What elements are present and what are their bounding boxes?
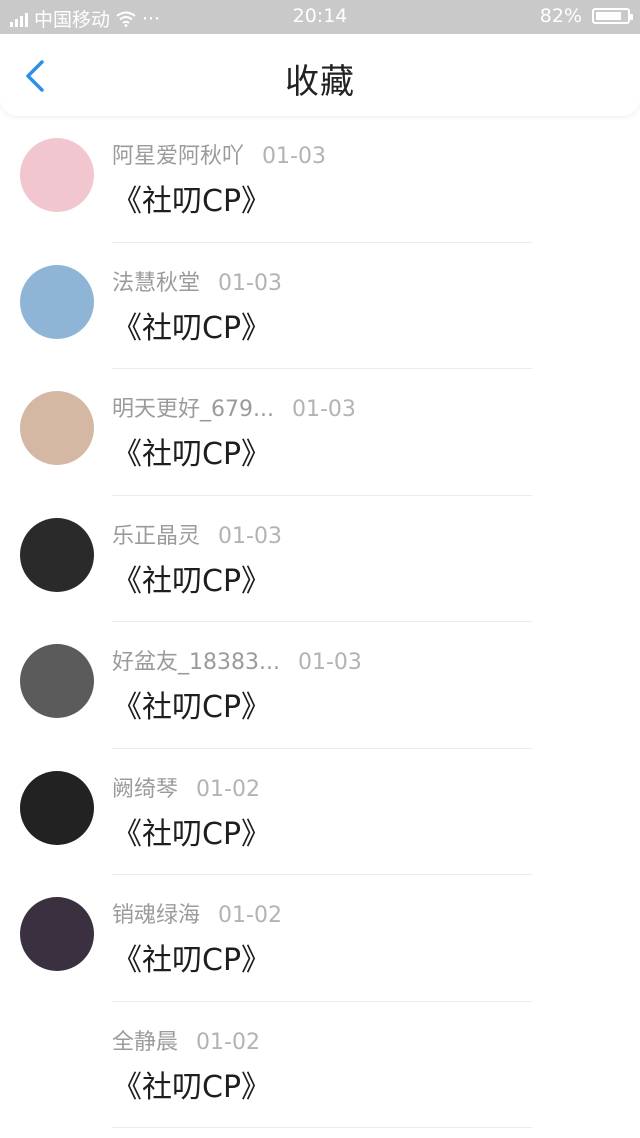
user-name[interactable]: 明天更好_679... [112,397,274,422]
user-name[interactable]: 销魂绿海 [112,903,200,928]
list-item[interactable]: 阿星爱阿秋吖 01-03 《社叨CP》 [0,116,640,243]
user-name[interactable]: 法慧秋堂 [112,271,200,296]
item-subject[interactable]: 《社叨CP》 [112,176,271,220]
avatar[interactable] [20,1024,94,1098]
item-meta: 阿星爱阿秋吖 01-03 [112,138,326,170]
avatar[interactable] [20,517,94,592]
avatar[interactable] [20,264,94,339]
list-item[interactable]: 全静晨 01-02 《社叨CP》 [0,1002,640,1128]
item-subject[interactable]: 《社叨CP》 [112,556,271,600]
item-date: 01-03 [218,523,282,549]
item-subject[interactable]: 《社叨CP》 [112,809,271,853]
list-item[interactable]: 乐正晶灵 01-03 《社叨CP》 [0,496,640,622]
item-meta: 全静晨 01-02 [112,1024,260,1056]
favorites-list: 阿星爱阿秋吖 01-03 《社叨CP》 法慧秋堂 01-03 《社叨CP》 明天更好… [0,116,640,1128]
list-item[interactable]: 法慧秋堂 01-03 《社叨CP》 [0,243,640,369]
user-name[interactable]: 全静晨 [112,1030,178,1055]
nav-header: 收藏 [0,34,640,116]
item-date: 01-03 [218,270,282,296]
item-meta: 明天更好_679... 01-03 [112,391,356,423]
item-subject[interactable]: 《社叨CP》 [112,682,271,726]
avatar[interactable] [20,391,94,465]
battery-icon [592,8,633,24]
item-subject[interactable]: 《社叨CP》 [112,303,271,347]
item-subject[interactable]: 《社叨CP》 [112,935,271,979]
avatar[interactable] [20,897,94,971]
item-date: 01-02 [196,776,260,802]
item-meta: 乐正晶灵 01-03 [112,518,282,550]
user-name[interactable]: 阿星爱阿秋吖 [112,144,244,169]
battery-fill [596,12,621,20]
item-meta: 销魂绿海 01-02 [112,897,282,929]
divider [112,1127,532,1128]
item-meta: 法慧秋堂 01-03 [112,265,282,297]
item-date: 01-03 [262,144,326,169]
avatar[interactable] [20,770,94,845]
item-date: 01-02 [218,903,282,928]
user-name[interactable]: 乐正晶灵 [112,524,200,549]
item-subject[interactable]: 《社叨CP》 [112,1062,271,1106]
status-bar: 中国移动 ··· 20:14 82% [0,0,640,34]
avatar[interactable] [20,644,94,718]
page-title: 收藏 [285,62,355,102]
item-date: 01-03 [297,650,362,675]
item-date: 01-03 [291,397,356,422]
avatar[interactable] [20,138,94,212]
user-name[interactable]: 阙绮琴 [112,777,178,802]
user-name[interactable]: 好盆友_18383... [112,650,280,675]
item-meta: 好盆友_18383... 01-03 [112,644,362,676]
list-item[interactable]: 阙绮琴 01-02 《社叨CP》 [0,749,640,875]
status-right: 82% [539,5,633,27]
battery-percent: 82% [539,5,582,27]
item-meta: 阙绮琴 01-02 [112,771,260,803]
list-item[interactable]: 明天更好_679... 01-03 《社叨CP》 [0,369,640,496]
item-subject[interactable]: 《社叨CP》 [112,429,271,473]
list-item[interactable]: 好盆友_18383... 01-03 《社叨CP》 [0,622,640,749]
list-item[interactable]: 销魂绿海 01-02 《社叨CP》 [0,875,640,1002]
item-date: 01-02 [196,1029,260,1055]
